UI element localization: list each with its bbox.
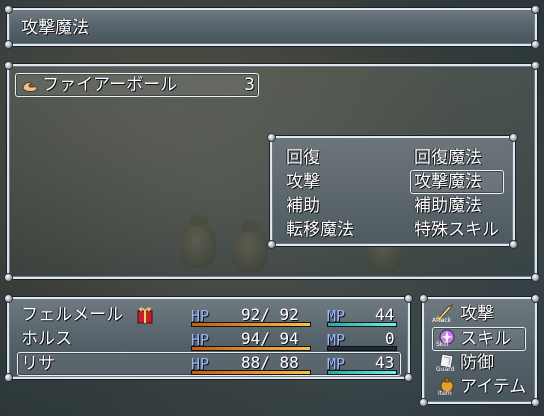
window-corner [267,133,276,142]
window-corner [509,240,518,249]
command-icon-caption: Skill [436,341,449,348]
mp-gauge [327,322,397,327]
member-name: ホルス [21,329,72,349]
mp-gauge [327,370,397,375]
skill-type-special[interactable]: 特殊スキル [414,219,499,241]
hp-gauge [191,322,311,327]
skill-type-teleport-magic[interactable]: 転移魔法 [286,219,354,241]
window-corner [531,5,540,14]
command-label: スキル [460,329,511,349]
window-corner [267,240,276,249]
fire-icon [20,75,40,95]
gift-icon [135,305,155,325]
window-corner [531,273,540,282]
window-corner [4,5,13,14]
party-status-window: フェルメール HP 92/ 92 MP 44 ホルス HP 94/ 94 MP … [4,294,413,382]
help-window: 攻撃魔法 [4,5,540,49]
skill-type-heal[interactable]: 回復 [286,147,320,169]
command-icon-caption: Item [438,390,452,397]
mp-gauge [327,346,397,351]
window-corner [419,294,428,303]
skill-type-support-magic[interactable]: 補助魔法 [414,195,482,217]
window-corner [404,373,413,382]
window-corner [531,40,540,49]
command-label: 防御 [460,353,494,373]
skill-type-support[interactable]: 補助 [286,195,320,217]
command-label: 攻撃 [460,304,494,324]
window-corner [509,133,518,142]
window-corner [4,40,13,49]
command-icon-caption: Guard [436,366,455,373]
member-name: フェルメール [21,305,123,325]
window-corner [4,294,13,303]
member-name: リサ [21,354,55,374]
command-icon-caption: Attack [432,317,452,324]
actor-command-window: Attack 攻撃 Skill スキル Guard 防御 Item アイテム [419,294,540,407]
hp-gauge [191,370,311,375]
skill-type-attack-magic[interactable]: 攻撃魔法 [414,171,482,193]
window-corner [531,294,540,303]
window-corner [419,398,428,407]
skill-type-attack[interactable]: 攻撃 [286,171,320,193]
skill-item-row[interactable]: ファイアーボール 3 [15,73,259,97]
skill-type-window: 回復 回復魔法 攻撃 攻撃魔法 補助 補助魔法 転移魔法 特殊スキル [267,133,518,249]
window-corner [4,373,13,382]
window-corner [531,398,540,407]
window-corner [4,273,13,282]
help-text: 攻撃魔法 [21,18,89,38]
command-label: アイテム [460,377,527,397]
hp-gauge [191,346,311,351]
window-corner [4,61,13,70]
window-corner [404,294,413,303]
window-corner [531,61,540,70]
skill-name: ファイアーボール [42,75,177,95]
skill-mp-cost: 3 [244,75,255,95]
skill-type-heal-magic[interactable]: 回復魔法 [414,147,482,169]
